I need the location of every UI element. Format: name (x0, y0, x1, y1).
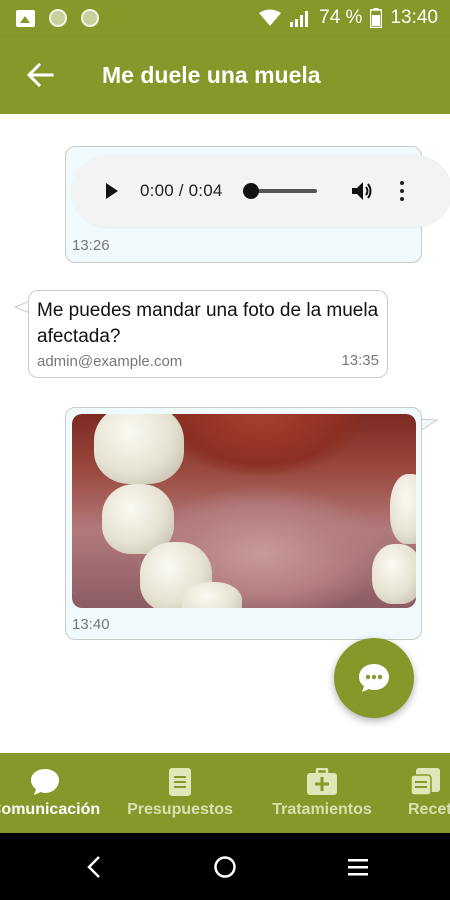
image-message-bubble: 13:40 (65, 407, 422, 640)
nav-label: Comunicación (0, 801, 101, 818)
notification-dot-icon (81, 9, 99, 27)
wifi-icon (259, 9, 282, 26)
volume-button[interactable] (351, 179, 375, 203)
nav-item-tratamientos[interactable]: Tratamientos (262, 753, 382, 833)
bottom-navigation: Comunicación Presupuestos Tratamientos R… (0, 753, 450, 833)
tooth-shape (94, 414, 184, 484)
chat-bubble-dots-icon (359, 664, 389, 692)
status-bar: 74 % 13:40 (0, 0, 450, 36)
notification-dot-icon (49, 9, 67, 27)
document-icon (169, 768, 191, 796)
tooth-shape (390, 474, 416, 544)
message-time: 13:40 (72, 616, 110, 633)
chat-bubble-icon (31, 769, 59, 795)
audio-time: 0:00 / 0:04 (140, 181, 223, 200)
message-sender: admin@example.com (37, 353, 183, 370)
clock: 13:40 (390, 7, 438, 28)
page-title: Me duele una muela (102, 61, 321, 88)
battery-percent: 74 % (319, 7, 363, 28)
nav-item-comunicacion[interactable]: Comunicación (0, 753, 110, 833)
nav-item-presupuestos[interactable]: Presupuestos (120, 753, 240, 833)
signal-icon (290, 11, 309, 27)
menu-lines-icon (348, 858, 368, 875)
system-home-button[interactable] (195, 833, 255, 900)
battery-icon (370, 8, 383, 28)
audio-player[interactable]: 0:00 / 0:04 (72, 155, 450, 227)
dot-icon (399, 189, 404, 193)
message-time: 13:26 (72, 237, 110, 254)
system-recents-button[interactable] (328, 833, 388, 900)
volume-icon (351, 182, 372, 200)
dot-icon (399, 197, 404, 201)
message-text: Me puedes mandar una foto de la muela af… (37, 300, 379, 347)
message-time: 13:35 (341, 352, 379, 369)
play-button[interactable] (102, 181, 122, 201)
dot-icon (399, 181, 404, 185)
nav-label: Tratamientos (272, 801, 372, 818)
app-bar: Me duele una muela (0, 36, 450, 114)
play-icon (106, 183, 118, 199)
new-message-fab[interactable] (334, 638, 414, 718)
tooth-shape (182, 582, 242, 608)
system-back-button[interactable] (64, 833, 124, 900)
home-circle-icon (214, 855, 236, 878)
arrow-left-icon (26, 62, 54, 88)
nav-label: Recetas (408, 801, 450, 818)
image-notification-icon (16, 9, 35, 27)
more-options-button[interactable] (397, 179, 407, 203)
text-message-bubble: Me puedes mandar una foto de la muela af… (28, 290, 388, 378)
chevron-left-icon (87, 855, 100, 878)
audio-seek-slider[interactable] (242, 183, 317, 199)
bubble-tail (420, 418, 438, 432)
medical-kit-icon (307, 768, 337, 795)
tooth-shape (372, 544, 416, 604)
system-navigation-bar (0, 833, 450, 900)
nav-label: Presupuestos (127, 801, 233, 818)
seek-handle[interactable] (242, 183, 259, 199)
back-button[interactable] (12, 47, 68, 103)
nav-item-recetas[interactable]: Recetas (400, 753, 450, 833)
audio-message-bubble: 0:00 / 0:04 13:26 (65, 146, 450, 263)
prescription-icon (410, 768, 440, 796)
tooth-photo[interactable] (72, 414, 416, 608)
